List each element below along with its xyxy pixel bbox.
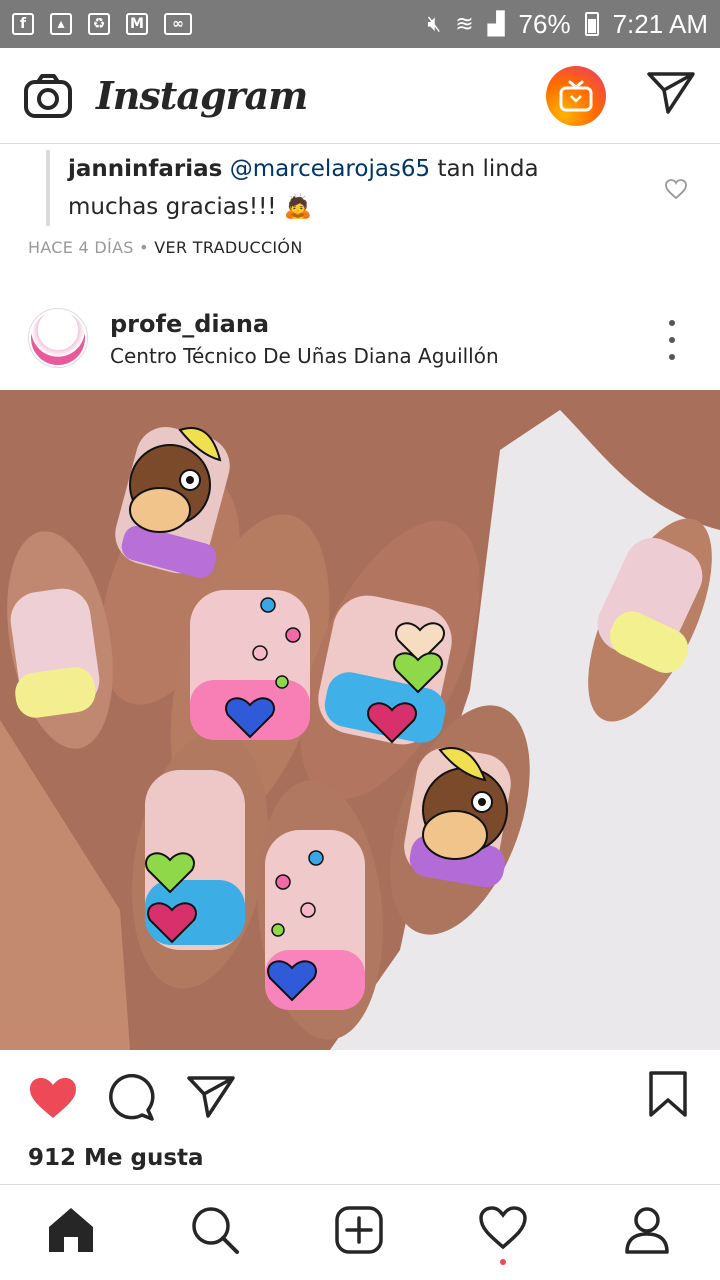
post-location[interactable]: Centro Técnico De Uñas Diana Aguillón bbox=[110, 344, 499, 368]
bottom-navigation bbox=[0, 1184, 720, 1280]
signal-icon: ▟ bbox=[487, 11, 505, 36]
comment-text-1: tan linda bbox=[430, 156, 539, 182]
see-translation-link[interactable]: VER TRADUCCIÓN bbox=[154, 238, 302, 257]
facebook-icon: f bbox=[12, 13, 34, 35]
notification-dot bbox=[500, 1259, 506, 1265]
comment-meta: HACE 4 DÍAS • VER TRADUCCIÓN bbox=[28, 238, 303, 257]
recycle-icon: ♻ bbox=[88, 13, 110, 35]
share-icon[interactable] bbox=[186, 1074, 236, 1120]
nail-art-image bbox=[0, 390, 720, 1050]
post-photo[interactable] bbox=[0, 390, 720, 1050]
top-bar: Instagram bbox=[0, 48, 720, 144]
wifi-icon: ≋ bbox=[455, 11, 474, 36]
avatar-image bbox=[31, 311, 85, 365]
post-header: profe_diana Centro Técnico De Uñas Diana… bbox=[0, 292, 720, 390]
voicemail-icon: ∞ bbox=[164, 13, 192, 35]
post-username[interactable]: profe_diana bbox=[110, 310, 269, 338]
post-actions bbox=[0, 1050, 720, 1150]
comment-username[interactable]: janninfarias bbox=[68, 156, 222, 182]
battery-percent: 76% bbox=[518, 8, 571, 39]
comment-mention[interactable]: @marcelarojas65 bbox=[230, 156, 431, 182]
comment-text-2: muchas gracias!!! 🙇 bbox=[68, 194, 313, 220]
comment-time: HACE 4 DÍAS bbox=[28, 238, 134, 257]
avatar[interactable] bbox=[28, 308, 88, 368]
comment: janninfarias @marcelarojas65 tan linda m… bbox=[46, 150, 646, 226]
comment-icon[interactable] bbox=[108, 1074, 156, 1122]
battery-icon bbox=[584, 12, 599, 36]
igtv-button[interactable] bbox=[546, 66, 606, 126]
direct-message-icon[interactable] bbox=[646, 70, 696, 116]
instagram-logo: Instagram bbox=[96, 73, 308, 118]
status-bar: f ▴ ♻ M ∞ 🔇︎ ≋ ▟ 76% 7:21 AM bbox=[0, 0, 720, 48]
more-options-icon[interactable] bbox=[660, 320, 684, 360]
clock: 7:21 AM bbox=[612, 8, 708, 39]
igtv-icon bbox=[559, 80, 593, 112]
gallery-icon: ▴ bbox=[50, 13, 72, 35]
like-count[interactable]: 912 Me gusta bbox=[28, 1145, 204, 1171]
new-post-icon[interactable] bbox=[334, 1205, 384, 1255]
home-icon[interactable] bbox=[46, 1205, 96, 1255]
comment-like-icon[interactable] bbox=[664, 178, 688, 200]
system-status: 🔇︎ ≋ ▟ 76% 7:21 AM bbox=[427, 9, 708, 40]
profile-icon[interactable] bbox=[622, 1205, 672, 1255]
meta-separator: • bbox=[133, 238, 155, 257]
camera-icon[interactable] bbox=[24, 73, 72, 118]
comment-line-1: janninfarias @marcelarojas65 tan linda bbox=[68, 150, 646, 188]
activity-icon[interactable] bbox=[478, 1205, 528, 1251]
bookmark-icon[interactable] bbox=[648, 1070, 688, 1118]
mail-icon: M bbox=[126, 13, 148, 35]
mute-icon: 🔇︎ bbox=[427, 11, 442, 36]
like-icon[interactable] bbox=[28, 1076, 78, 1120]
notification-icons: f ▴ ♻ M ∞ bbox=[12, 13, 192, 35]
search-icon[interactable] bbox=[190, 1205, 240, 1255]
